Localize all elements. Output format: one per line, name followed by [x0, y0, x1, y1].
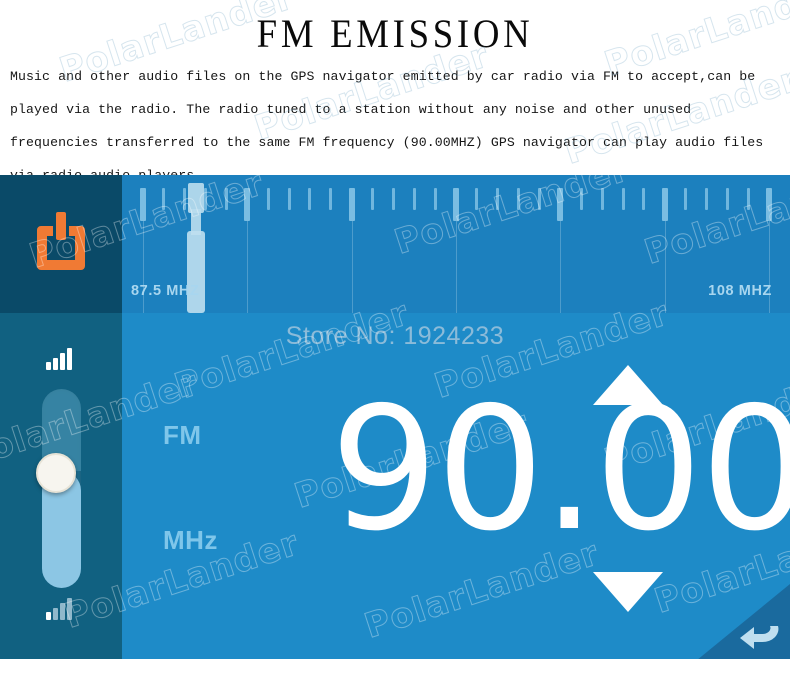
page-title: FM EMISSION	[256, 11, 534, 56]
tuner-tick-major	[453, 188, 459, 221]
band-label: FM	[163, 420, 202, 450]
tuner-tick-major	[661, 188, 668, 221]
needle-body	[187, 231, 206, 313]
tuner-tick-major	[348, 188, 355, 221]
tuner-tick-minor	[224, 188, 228, 210]
tuner-tick-minor	[183, 188, 187, 210]
footer-strip	[0, 659, 790, 674]
tuner-tick-major	[139, 188, 146, 221]
tuner-tick-minor	[308, 188, 312, 210]
tuner-tick-line	[247, 221, 249, 313]
tuner-tick-minor	[746, 188, 750, 210]
page-description: Music and other audio files on the GPS n…	[10, 69, 764, 183]
tuner-tick-minor	[642, 188, 646, 210]
watermark-store-no: Store No: 1924233	[285, 322, 505, 350]
power-icon	[37, 212, 85, 270]
tuner-min-label: 87.5 MHZ	[131, 283, 200, 299]
tuner-panel[interactable]	[122, 175, 790, 313]
tuner-tick-minor	[621, 188, 625, 210]
arrow-down-icon[interactable]	[593, 572, 663, 612]
tuner-tick-minor	[433, 188, 437, 210]
tuner-tick-minor	[329, 188, 333, 210]
tuner-tick-minor	[287, 188, 291, 210]
tuner-tick-major	[766, 188, 773, 221]
tuner-scale	[122, 175, 790, 313]
unit-label: MHz	[163, 525, 218, 555]
frequency-readout: 90.00	[330, 371, 790, 569]
tuner-tick-minor	[412, 188, 416, 210]
tuner-tick-minor	[371, 188, 374, 210]
arrow-up-icon[interactable]	[593, 365, 663, 405]
tuner-tick-minor	[391, 188, 395, 210]
tuner-tick-minor	[538, 188, 541, 210]
volume-slider-knob[interactable]	[36, 453, 76, 493]
header-section: FM EMISSION Music and other audio files …	[0, 0, 790, 183]
tuner-tick-minor	[579, 188, 583, 210]
tuner-tick-minor	[517, 188, 521, 210]
tuner-tick-minor	[600, 188, 604, 210]
tuner-tick-minor	[684, 188, 688, 210]
tuner-tick-line	[769, 221, 771, 313]
signal-bars-icon	[46, 598, 76, 620]
tuner-tick-minor	[725, 188, 729, 210]
tuner-tick-major	[557, 188, 564, 221]
tuner-tick-minor	[162, 188, 166, 210]
tuner-tick-minor	[204, 188, 207, 210]
tuner-max-label: 108 MHZ	[708, 283, 772, 299]
power-button[interactable]	[27, 206, 95, 274]
tuner-tick-line	[351, 221, 353, 313]
signal-bars-icon	[46, 348, 76, 370]
tuner-tick-major	[244, 188, 251, 221]
tuner-tick-minor	[705, 188, 708, 210]
tuner-tick-minor	[475, 188, 479, 210]
fm-emission-page: FM EMISSION Music and other audio files …	[0, 0, 790, 674]
tuner-tick-line	[560, 221, 562, 313]
back-arrow-icon	[740, 626, 779, 649]
tuner-tick-minor	[496, 188, 500, 210]
tuner-tick-line	[664, 221, 666, 313]
tuner-tick-line	[456, 221, 457, 313]
tuner-tick-minor	[266, 188, 270, 210]
tuner-tick-line	[142, 221, 144, 313]
